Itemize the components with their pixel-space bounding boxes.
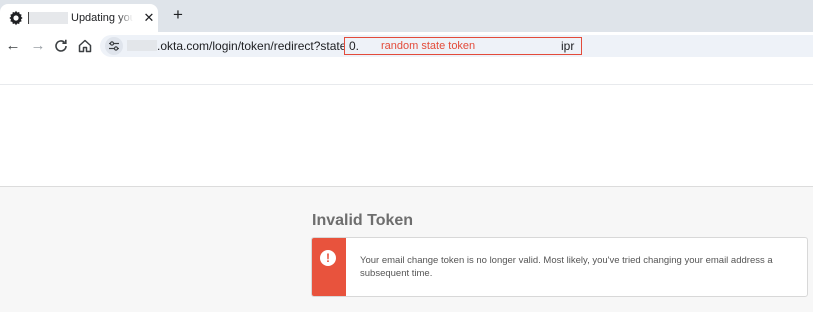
redacted-subdomain — [127, 40, 157, 51]
tab-strip: Updating your email ✕ + — [0, 0, 813, 32]
home-icon — [78, 39, 92, 53]
close-tab-icon[interactable]: ✕ — [141, 10, 157, 26]
home-button[interactable] — [76, 37, 94, 55]
gear-icon — [8, 10, 24, 26]
state-token-highlight: 0. random state token ipr — [344, 37, 582, 55]
back-button[interactable]: ← — [4, 37, 22, 55]
token-annotation-label: random state token — [381, 40, 476, 52]
token-prefix: 0. — [349, 39, 360, 53]
tab-title: Updating your email — [71, 12, 133, 24]
redacted-site-name — [28, 12, 68, 24]
page-title: Invalid Token — [312, 212, 414, 229]
alert-message: Your email change token is no longer val… — [360, 255, 773, 279]
browser-tab[interactable]: Updating your email ✕ — [0, 4, 158, 32]
error-icon: ! — [320, 250, 336, 266]
alert-stripe: ! — [312, 238, 346, 296]
forward-button[interactable]: → — [29, 37, 47, 55]
error-alert: ! Your email change token is no longer v… — [311, 237, 808, 297]
page-header-area — [0, 85, 813, 186]
reload-icon — [55, 39, 67, 52]
site-info-icon[interactable] — [105, 37, 123, 55]
reload-button[interactable] — [52, 37, 70, 55]
new-tab-button[interactable]: + — [168, 5, 188, 25]
token-suffix: ipr — [561, 39, 575, 53]
